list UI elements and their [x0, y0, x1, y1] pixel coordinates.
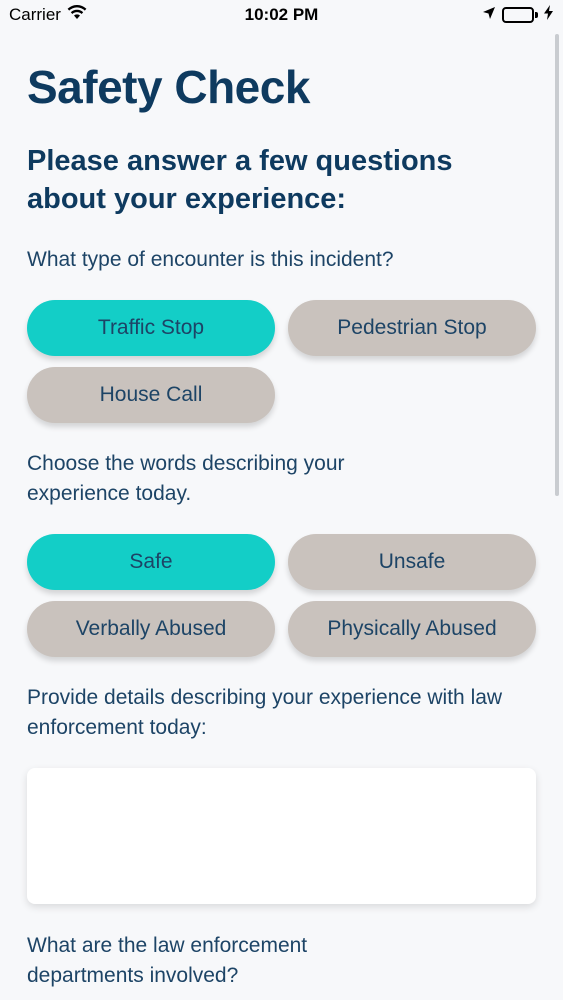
details-question: Provide details describing your experien… [27, 686, 503, 739]
charging-bolt-icon [544, 5, 553, 25]
wifi-icon [67, 4, 87, 25]
scroll-indicator[interactable] [555, 34, 559, 496]
status-bar: Carrier 10:02 PM [0, 0, 563, 30]
option-pedestrian-stop[interactable]: Pedestrian Stop [288, 300, 536, 356]
location-arrow-icon [482, 5, 496, 25]
battery-icon [502, 7, 538, 23]
departments-question: What are the law enforcement departments… [27, 934, 308, 987]
option-house-call[interactable]: House Call [27, 367, 275, 423]
option-safe[interactable]: Safe [27, 534, 275, 590]
status-right [482, 5, 553, 25]
page-title: Safety Check [27, 61, 310, 113]
encounter-question: What type of encounter is this incident? [27, 248, 394, 271]
option-unsafe[interactable]: Unsafe [288, 534, 536, 590]
carrier-label: Carrier [9, 5, 61, 24]
page-subtitle: Please answer a few questions about your… [27, 145, 453, 215]
option-traffic-stop[interactable]: Traffic Stop [27, 300, 275, 356]
option-physically-abused[interactable]: Physically Abused [288, 601, 536, 657]
experience-question: Choose the words describing your experie… [27, 452, 345, 505]
details-input[interactable] [27, 768, 536, 904]
status-left: Carrier [9, 4, 87, 25]
option-verbally-abused[interactable]: Verbally Abused [27, 601, 275, 657]
